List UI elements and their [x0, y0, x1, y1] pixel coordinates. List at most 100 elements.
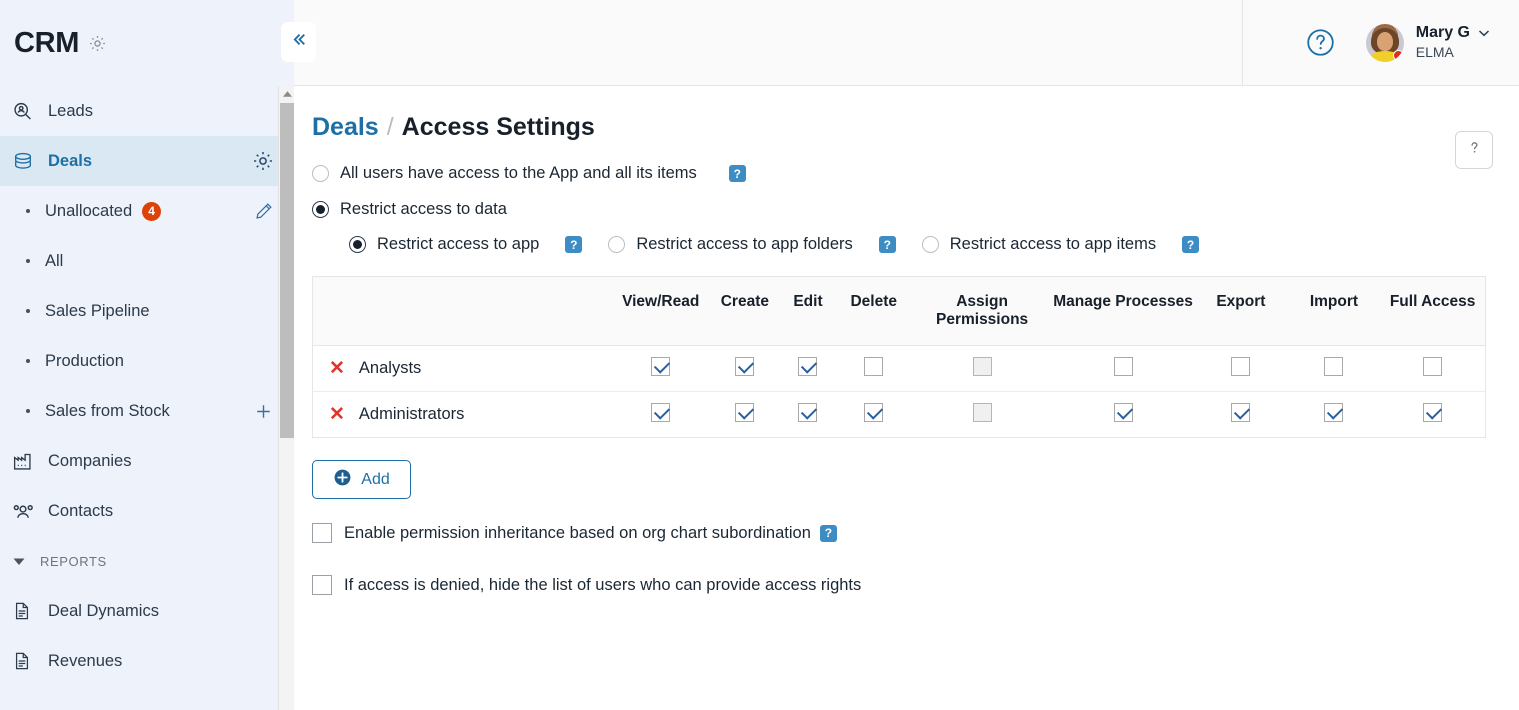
radio-restrict-access-to-data[interactable]: Restrict access to data: [312, 200, 1519, 219]
question-mark-icon: [1466, 139, 1483, 161]
radio-label: Restrict access to data: [340, 200, 507, 218]
column-header-full-access: Full Access: [1380, 276, 1486, 346]
option-label: If access is denied, hide the list of us…: [344, 575, 862, 594]
gear-icon[interactable]: [88, 34, 107, 53]
sidebar-item-label: Contacts: [48, 501, 114, 520]
permissions-table-body: ✕ Analysts ✕ Administrators: [312, 345, 1486, 438]
permission-checkbox[interactable]: [1423, 402, 1443, 422]
sidebar-item-contacts[interactable]: Contacts: [0, 486, 294, 536]
permission-checkbox[interactable]: [651, 356, 671, 376]
sidebar-item-leads[interactable]: Leads: [0, 86, 294, 136]
permission-checkbox[interactable]: [1423, 356, 1443, 376]
sidebar-subitem-all[interactable]: All: [0, 236, 294, 286]
page-help-button[interactable]: [1455, 131, 1493, 169]
breadcrumb-separator: /: [386, 113, 394, 141]
sidebar-collapse-button[interactable]: [281, 22, 316, 62]
role-name-cell: ✕ Administrators: [313, 392, 613, 438]
scroll-up-arrow-icon[interactable]: [279, 86, 295, 102]
permission-checkbox[interactable]: [798, 402, 818, 422]
page-title: Access Settings: [401, 113, 595, 141]
topbar-divider: [1242, 0, 1243, 85]
checkbox-indicator[interactable]: [312, 575, 332, 595]
radio-restrict-app[interactable]: [349, 236, 366, 253]
gear-icon[interactable]: [252, 150, 274, 172]
permission-cell: [1287, 345, 1381, 392]
permission-checkbox[interactable]: [864, 356, 884, 376]
option-hide-access-providers[interactable]: If access is denied, hide the list of us…: [312, 575, 1519, 595]
app-root: CRM Leads Deals Unallocated 4 All Sales …: [0, 0, 1519, 710]
permission-checkbox[interactable]: [1324, 356, 1344, 376]
sidebar-subitem-unallocated[interactable]: Unallocated 4: [0, 186, 294, 236]
column-header-name: [312, 276, 613, 346]
sidebar-subitem-sales-from-stock[interactable]: Sales from Stock: [0, 386, 294, 436]
permission-checkbox[interactable]: [1324, 402, 1344, 422]
sidebar-scrollbar[interactable]: [278, 86, 294, 710]
help-badge-icon[interactable]: ?: [1182, 236, 1200, 253]
role-name: Administrators: [358, 405, 465, 423]
permission-cell: [780, 345, 836, 392]
radio-indicator[interactable]: [312, 201, 329, 218]
checkbox-indicator[interactable]: [312, 523, 332, 543]
permission-checkbox[interactable]: [735, 356, 755, 376]
sidebar-header: CRM: [0, 0, 294, 86]
table-header-row: View/Read Create Edit Delete Assign Perm…: [312, 276, 1486, 346]
radio-restrict-app-items[interactable]: [921, 236, 939, 253]
user-menu[interactable]: Mary G ELMA: [1365, 23, 1491, 62]
lead-search-icon: [12, 101, 38, 122]
user-name: Mary G: [1415, 24, 1470, 42]
permission-checkbox[interactable]: [1231, 356, 1251, 376]
permission-cell: [1194, 345, 1288, 392]
permission-cell: [781, 392, 836, 438]
help-badge-icon[interactable]: ?: [878, 236, 896, 253]
sidebar-section-reports[interactable]: REPORTS: [0, 536, 294, 586]
document-icon: [12, 601, 38, 621]
brand-title: CRM: [14, 26, 80, 59]
permission-checkbox[interactable]: [651, 402, 671, 422]
sidebar-item-companies[interactable]: Companies: [0, 436, 294, 486]
radio-all-users-access[interactable]: All users have access to the App and all…: [312, 164, 1519, 183]
pencil-icon[interactable]: [254, 201, 274, 221]
column-header-assign-permissions: Assign Permissions: [912, 276, 1053, 346]
plus-icon[interactable]: [253, 401, 274, 422]
bullet-icon: [26, 309, 30, 313]
help-circle-icon[interactable]: [1305, 27, 1336, 58]
sidebar-item-deals[interactable]: Deals: [0, 136, 294, 186]
sidebar-item-revenues[interactable]: Revenues: [0, 636, 294, 686]
column-header-export: Export: [1194, 276, 1288, 346]
help-badge-icon[interactable]: ?: [565, 236, 583, 253]
radio-restrict-app-folders[interactable]: [608, 236, 626, 253]
permission-cell: [709, 345, 781, 392]
help-badge-icon[interactable]: ?: [819, 524, 837, 542]
radio-label: Restrict access to app folders: [636, 235, 853, 253]
chevron-down-icon[interactable]: [1477, 26, 1491, 40]
permission-checkbox[interactable]: [798, 356, 818, 376]
x-icon[interactable]: ✕: [329, 359, 345, 378]
scrollbar-thumb[interactable]: [280, 103, 294, 438]
x-icon[interactable]: ✕: [329, 405, 345, 424]
permission-checkbox[interactable]: [1113, 356, 1133, 376]
sidebar-subitem-label: Unallocated: [45, 201, 133, 220]
chevrons-left-icon: [288, 29, 309, 55]
radio-label: All users have access to the App and all…: [340, 164, 697, 182]
sidebar-subitem-sales-pipeline[interactable]: Sales Pipeline: [0, 286, 294, 336]
user-info: Mary G ELMA: [1416, 23, 1491, 62]
breadcrumb-parent-link[interactable]: Deals: [312, 113, 379, 142]
sidebar-subitem-label: All: [45, 251, 64, 270]
help-badge-icon[interactable]: ?: [728, 165, 746, 182]
bullet-icon: [26, 209, 30, 213]
permission-cell: [1194, 392, 1288, 438]
add-button[interactable]: Add: [312, 460, 411, 499]
sidebar-item-label: Deals: [48, 151, 93, 170]
sidebar-item-label: Revenues: [48, 651, 123, 670]
radio-indicator[interactable]: [312, 165, 329, 182]
column-header-view-read: View/Read: [612, 276, 710, 346]
sidebar-subitem-production[interactable]: Production: [0, 336, 294, 386]
permission-checkbox[interactable]: [1231, 402, 1251, 422]
permission-checkbox[interactable]: [864, 402, 884, 422]
sidebar-item-deal-dynamics[interactable]: Deal Dynamics: [0, 586, 294, 636]
permission-checkbox: [972, 402, 992, 422]
permission-cell: [1380, 392, 1485, 438]
permission-checkbox[interactable]: [735, 402, 755, 422]
option-permission-inheritance[interactable]: Enable permission inheritance based on o…: [312, 523, 1519, 543]
permission-checkbox[interactable]: [1113, 402, 1133, 422]
